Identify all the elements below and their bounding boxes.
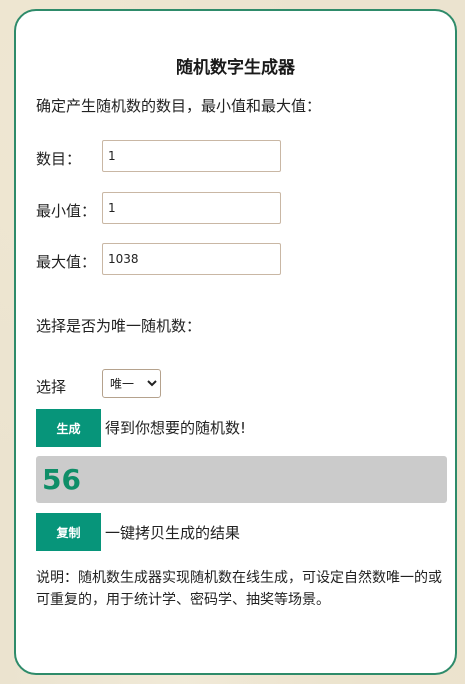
copy-hint: 一键拷贝生成的结果	[105, 524, 241, 542]
max-input[interactable]	[102, 243, 281, 275]
max-label: 最大值：	[36, 253, 97, 271]
count-label: 数目：	[36, 150, 82, 168]
copy-button-label: 复制	[56, 525, 81, 540]
generate-button[interactable]: 生成	[36, 409, 101, 447]
generate-button-label: 生成	[56, 421, 81, 436]
result-display: 56	[36, 456, 447, 503]
intro-text: 确定产生随机数的数目，最小值和最大值：	[36, 97, 322, 115]
result-value: 56	[42, 463, 81, 496]
page-title: 随机数字生成器	[176, 58, 295, 78]
min-label: 最小值：	[36, 202, 97, 220]
select-label: 选择	[36, 378, 67, 396]
unique-prompt: 选择是否为唯一随机数：	[36, 317, 202, 335]
description-text: 说明：随机数生成器实现随机数在线生成，可设定自然数唯一的或可重复的，用于统计学、…	[36, 570, 442, 608]
generator-card: 随机数字生成器 确定产生随机数的数目，最小值和最大值： 数目： 最小值： 最大值…	[14, 9, 457, 675]
generate-hint: 得到你想要的随机数!	[105, 419, 247, 437]
copy-button[interactable]: 复制	[36, 513, 101, 551]
unique-select[interactable]: 唯一	[102, 369, 161, 398]
count-input[interactable]	[102, 140, 281, 172]
min-input[interactable]	[102, 192, 281, 224]
